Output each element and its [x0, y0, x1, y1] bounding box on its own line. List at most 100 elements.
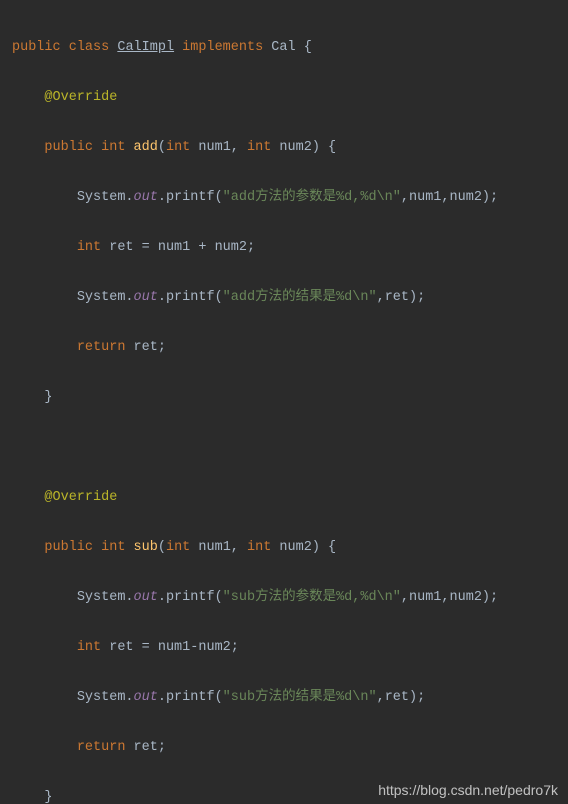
dot: .	[125, 290, 133, 305]
paren-open: (	[158, 540, 166, 555]
keyword-public: public	[44, 540, 93, 555]
param-num1: num1	[198, 540, 230, 555]
semicolon: ;	[158, 340, 166, 355]
paren-open: (	[215, 590, 223, 605]
brace-close: }	[44, 390, 52, 405]
arg-num2: num2	[450, 190, 482, 205]
arg-num1: num1	[409, 590, 441, 605]
method-name-sub: sub	[134, 540, 158, 555]
comma: ,	[231, 540, 247, 555]
dot: .	[158, 290, 166, 305]
field-out: out	[134, 190, 158, 205]
field-out: out	[134, 290, 158, 305]
keyword-int: int	[166, 140, 190, 155]
string-literal: "add方法的结果是%d\n"	[223, 290, 377, 305]
keyword-public: public	[12, 40, 61, 55]
dot: .	[158, 690, 166, 705]
param-num2: num2	[279, 140, 311, 155]
code-line: }	[12, 385, 568, 410]
equals: =	[134, 240, 158, 255]
dot: .	[125, 590, 133, 605]
method-printf: printf	[166, 590, 215, 605]
identifier-system: System	[77, 590, 126, 605]
arg-ret: ret	[385, 290, 409, 305]
keyword-int: int	[166, 540, 190, 555]
paren-open: (	[215, 190, 223, 205]
identifier-system: System	[77, 690, 126, 705]
brace-open: {	[328, 140, 336, 155]
keyword-implements: implements	[182, 40, 263, 55]
code-line: @Override	[12, 85, 568, 110]
keyword-return: return	[77, 340, 126, 355]
keyword-int: int	[101, 540, 125, 555]
keyword-int: int	[77, 240, 101, 255]
keyword-public: public	[44, 140, 93, 155]
keyword-return: return	[77, 740, 126, 755]
param-num2: num2	[279, 540, 311, 555]
paren-open: (	[215, 290, 223, 305]
string-literal: "sub方法的结果是%d\n"	[223, 690, 377, 705]
comma: ,	[231, 140, 247, 155]
comma: ,	[401, 190, 409, 205]
string-literal: "sub方法的参数是%d,%d\n"	[223, 590, 401, 605]
code-line: public int add(int num1, int num2) {	[12, 135, 568, 160]
code-line: System.out.printf("add方法的参数是%d,%d\n",num…	[12, 185, 568, 210]
code-line: System.out.printf("add方法的结果是%d\n",ret);	[12, 285, 568, 310]
param-num1: num1	[198, 140, 230, 155]
var-ret: ret	[134, 740, 158, 755]
method-printf: printf	[166, 190, 215, 205]
semicolon: ;	[417, 290, 425, 305]
comma: ,	[377, 290, 385, 305]
semicolon: ;	[231, 640, 239, 655]
method-printf: printf	[166, 290, 215, 305]
code-line: return ret;	[12, 735, 568, 760]
comma: ,	[441, 590, 449, 605]
dot: .	[158, 590, 166, 605]
equals: =	[134, 640, 158, 655]
class-name: CalImpl	[117, 40, 174, 55]
code-line: System.out.printf("sub方法的结果是%d\n",ret);	[12, 685, 568, 710]
method-name-add: add	[134, 140, 158, 155]
brace-close: }	[44, 790, 52, 804]
dot: .	[125, 690, 133, 705]
keyword-int: int	[247, 540, 271, 555]
keyword-int: int	[101, 140, 125, 155]
semicolon: ;	[490, 190, 498, 205]
interface-name: Cal	[271, 40, 295, 55]
code-line: return ret;	[12, 335, 568, 360]
arg-num2: num2	[450, 590, 482, 605]
brace-open: {	[304, 40, 312, 55]
keyword-int: int	[247, 140, 271, 155]
semicolon: ;	[490, 590, 498, 605]
expression: num1 + num2	[158, 240, 247, 255]
paren-close: )	[312, 140, 320, 155]
string-literal: "add方法的参数是%d,%d\n"	[223, 190, 401, 205]
dot: .	[125, 190, 133, 205]
arg-ret: ret	[385, 690, 409, 705]
code-line: public int sub(int num1, int num2) {	[12, 535, 568, 560]
code-line: int ret = num1-num2;	[12, 635, 568, 660]
keyword-class: class	[69, 40, 110, 55]
field-out: out	[134, 590, 158, 605]
code-line: @Override	[12, 485, 568, 510]
blank-line	[12, 435, 568, 460]
brace-open: {	[328, 540, 336, 555]
annotation-override: @Override	[44, 490, 117, 505]
identifier-system: System	[77, 290, 126, 305]
field-out: out	[134, 690, 158, 705]
expression: num1-num2	[158, 640, 231, 655]
code-line: int ret = num1 + num2;	[12, 235, 568, 260]
code-editor[interactable]: public class CalImpl implements Cal { @O…	[0, 0, 568, 804]
semicolon: ;	[417, 690, 425, 705]
watermark-text: https://blog.csdn.net/pedro7k	[378, 782, 558, 798]
comma: ,	[377, 690, 385, 705]
paren-close: )	[409, 290, 417, 305]
paren-close: )	[312, 540, 320, 555]
paren-open: (	[158, 140, 166, 155]
code-line: System.out.printf("sub方法的参数是%d,%d\n",num…	[12, 585, 568, 610]
var-ret: ret	[109, 640, 133, 655]
var-ret: ret	[134, 340, 158, 355]
paren-close: )	[409, 690, 417, 705]
comma: ,	[401, 590, 409, 605]
code-line: public class CalImpl implements Cal {	[12, 35, 568, 60]
